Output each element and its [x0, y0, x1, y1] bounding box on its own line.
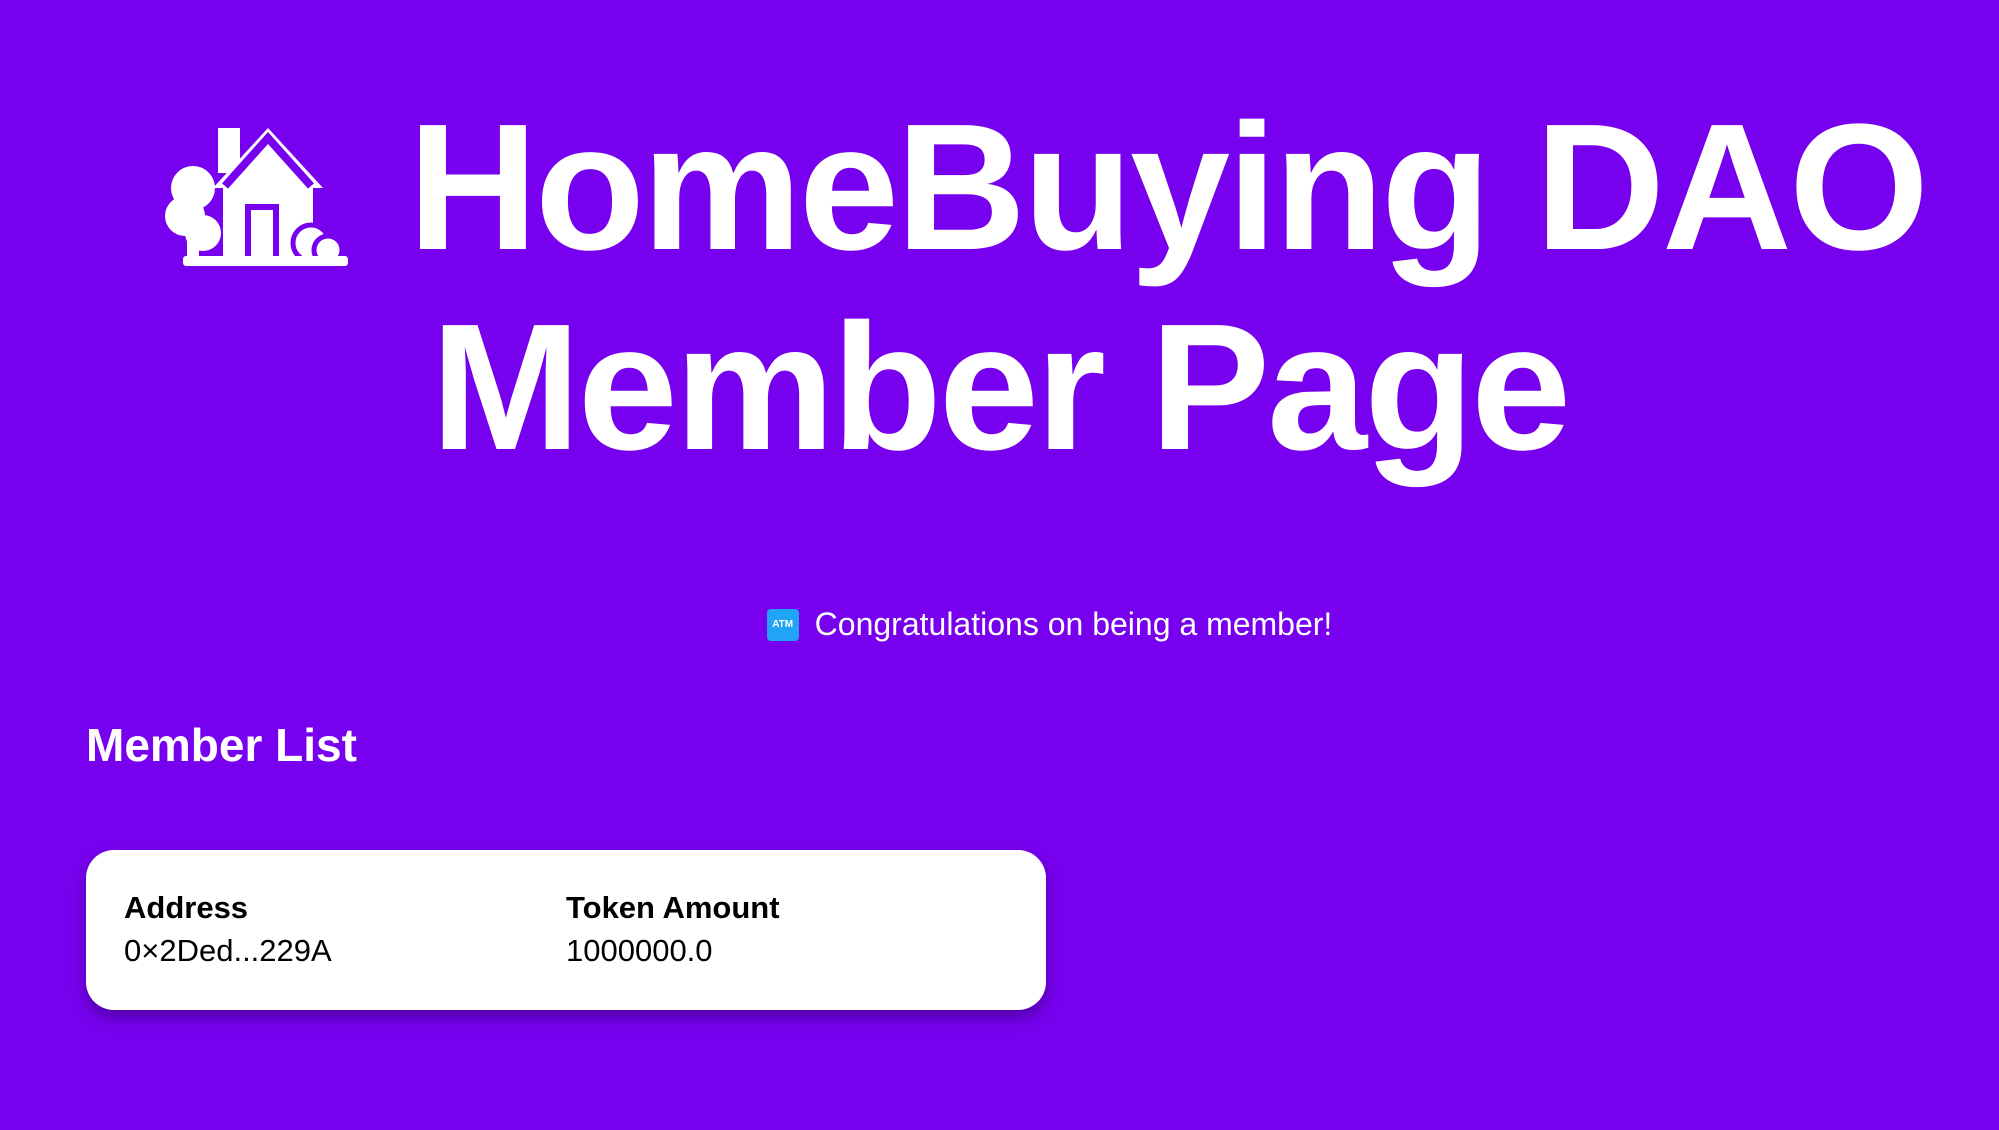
membership-notice: ATM Congratulations on being a member! — [0, 606, 1999, 643]
member-address: 0×2Ded...229A — [124, 933, 332, 968]
table-row: 0×2Ded...229A 1000000.0 — [124, 928, 1008, 974]
column-header-token-amount: Token Amount — [566, 890, 780, 925]
page-header: HomeBuying DAO Member Page — [0, 88, 1999, 488]
house-with-garden-icon — [164, 128, 348, 267]
title-text-line-2: Member Page — [430, 287, 1571, 488]
member-table-header: Address Token Amount — [124, 888, 1008, 928]
title-line-2: Member Page — [0, 288, 1999, 488]
member-list-title: Member List — [86, 719, 357, 771]
title-line-1: HomeBuying DAO — [90, 88, 1999, 288]
atm-icon: ATM — [766, 608, 799, 641]
member-table: Address Token Amount 0×2Ded...229A 10000… — [86, 850, 1046, 1010]
title-text-line-1: HomeBuying DAO — [407, 87, 1929, 288]
notice-text: Congratulations on being a member! — [814, 606, 1333, 642]
member-token-amount: 1000000.0 — [566, 933, 713, 968]
column-header-address: Address — [124, 890, 249, 925]
